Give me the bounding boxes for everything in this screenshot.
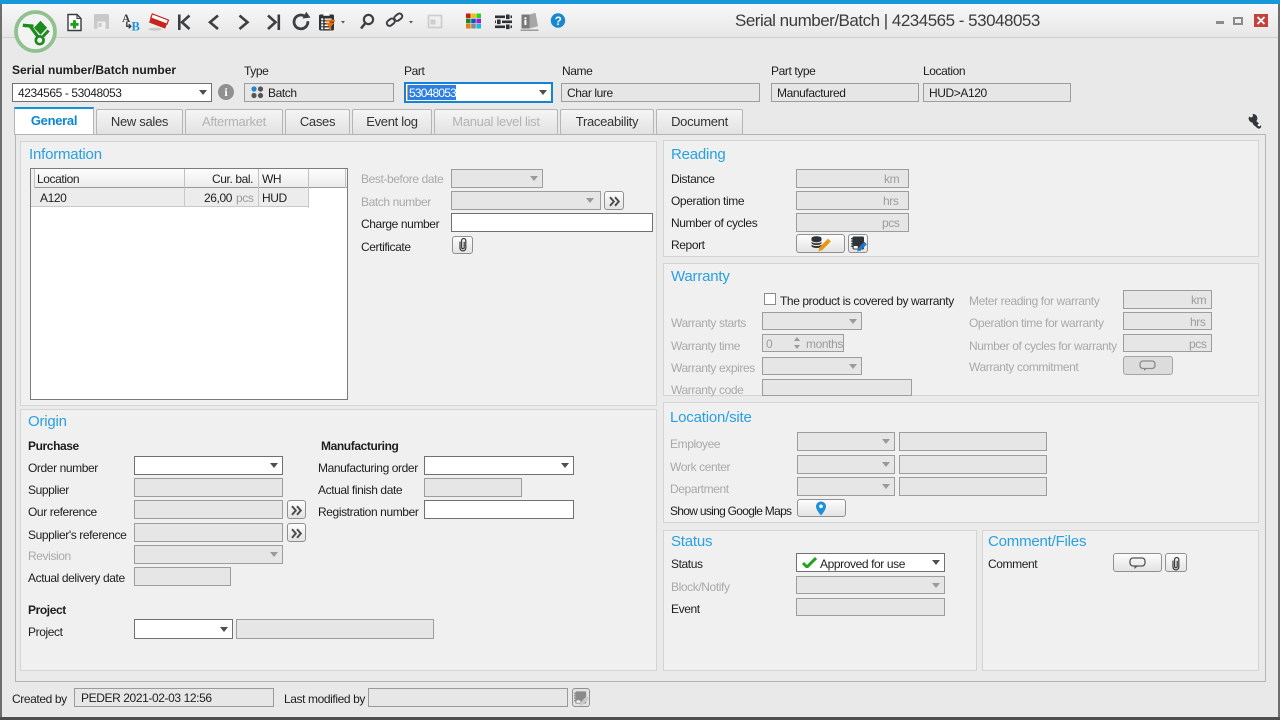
svg-text:B: B — [132, 20, 140, 34]
svg-text:?: ? — [555, 16, 562, 28]
